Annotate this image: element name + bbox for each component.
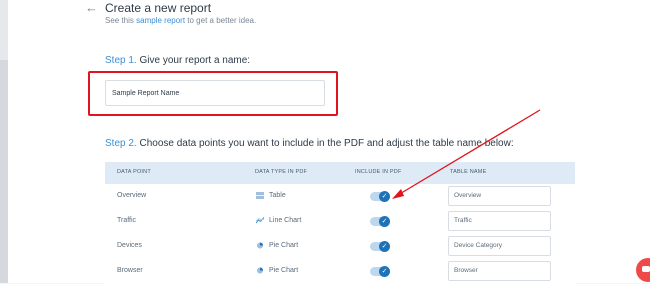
step1-heading: Step 1. Give your report a name: — [105, 55, 250, 66]
include-toggle[interactable]: ✓ — [370, 191, 390, 202]
data-type-label: Pie Chart — [269, 242, 299, 249]
sample-report-link[interactable]: sample report — [136, 16, 185, 25]
data-point-label: Overview — [117, 192, 147, 199]
data-type-label: Pie Chart — [269, 267, 299, 274]
table-row: Overview Table ✓ Overview — [105, 184, 575, 209]
page-title: Create a new report — [105, 1, 212, 15]
include-toggle[interactable]: ✓ — [370, 216, 390, 227]
table-row: Traffic Line Chart ✓ Traffic — [105, 209, 575, 234]
table-name-input[interactable]: Browser — [448, 261, 551, 281]
header-include: INCLUDE IN PDF — [355, 169, 402, 175]
table-name-input[interactable]: Device Category — [448, 236, 551, 256]
step1-number: Step 1. — [105, 55, 137, 66]
subtitle-suffix: to get a better idea. — [185, 16, 257, 25]
table-icon — [256, 192, 264, 199]
table-name-input[interactable]: Overview — [448, 186, 551, 206]
step2-heading: Step 2. Choose data points you want to i… — [105, 138, 514, 149]
line-chart-icon — [256, 217, 264, 224]
header-data-point: DATA POINT — [117, 169, 151, 175]
check-icon: ✓ — [379, 216, 390, 227]
data-point-label: Traffic — [117, 217, 137, 224]
table-name-input[interactable]: Traffic — [448, 211, 551, 231]
page-subtitle: See this sample report to get a better i… — [105, 16, 256, 25]
data-point-label: Browser — [117, 267, 143, 274]
check-icon: ✓ — [379, 266, 390, 277]
include-toggle[interactable]: ✓ — [370, 241, 390, 252]
table-row: Devices Pie Chart ✓ Device Category — [105, 234, 575, 259]
check-icon: ✓ — [379, 191, 390, 202]
header-table-name: TABLE NAME — [450, 169, 487, 175]
data-type-label: Line Chart — [269, 217, 302, 224]
pie-chart-icon — [256, 267, 264, 274]
report-name-input[interactable]: Sample Report Name — [105, 80, 325, 106]
subtitle-prefix: See this — [105, 16, 137, 25]
check-icon: ✓ — [379, 241, 390, 252]
left-sidebar-scroll — [0, 60, 8, 283]
header-data-type: DATA TYPE IN PDF — [255, 169, 308, 175]
step2-number: Step 2. — [105, 138, 137, 149]
table-row: Browser Pie Chart ✓ Browser — [105, 259, 575, 284]
pie-chart-icon — [256, 242, 264, 249]
step2-text: Choose data points you want to include i… — [136, 138, 514, 149]
table-header: DATA POINT DATA TYPE IN PDF INCLUDE IN P… — [105, 162, 575, 184]
back-arrow-icon[interactable]: ← — [85, 0, 98, 15]
include-toggle[interactable]: ✓ — [370, 266, 390, 277]
step1-text: Give your report a name: — [136, 55, 251, 66]
data-point-label: Devices — [117, 242, 142, 249]
data-type-label: Table — [269, 192, 286, 199]
